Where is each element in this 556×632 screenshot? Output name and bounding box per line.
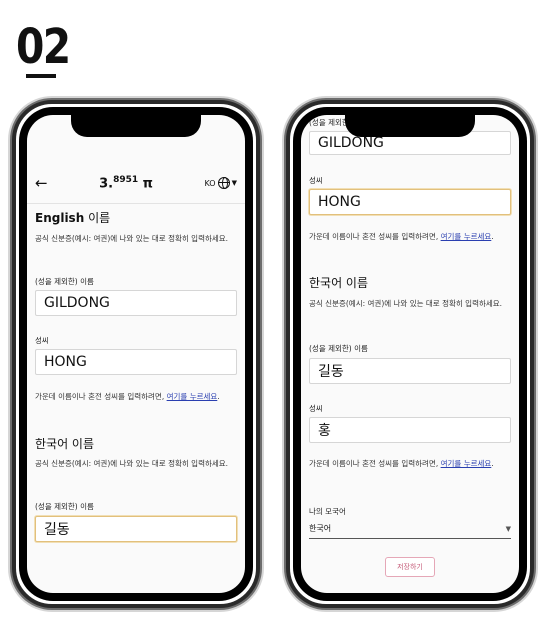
middle-name-hint: 가운데 이름이나 혼전 성씨를 입력하려면, 여기를 누르세요. bbox=[35, 391, 237, 403]
korean-family-name-value: 홍 bbox=[318, 423, 331, 439]
save-button[interactable]: 저장하기 bbox=[385, 557, 435, 577]
chevron-down-icon: ▼ bbox=[505, 524, 511, 533]
phone-notch bbox=[345, 115, 475, 137]
header-divider bbox=[27, 203, 245, 204]
korean-name-title: 한국어 이름 bbox=[35, 437, 95, 451]
phone-right: (성을 제외한) GILDONG 성씨 HONG 가운데 이름이나 혼전 성씨를… bbox=[286, 100, 534, 608]
pi-balance: 3.8951 π bbox=[99, 175, 153, 191]
native-language-value: 한국어 bbox=[309, 524, 332, 533]
pi-symbol: π bbox=[138, 176, 153, 192]
korean-given-name-value: 길동 bbox=[44, 522, 70, 538]
step-number: 02 bbox=[16, 19, 71, 75]
native-language-select[interactable]: 한국어 ▼ bbox=[309, 519, 511, 539]
korean-name-title: 한국어 이름 bbox=[309, 276, 369, 290]
native-language-label: 나의 모국어 bbox=[309, 507, 346, 516]
korean-family-name-label: 성씨 bbox=[309, 404, 323, 413]
balance-integer: 3. bbox=[99, 176, 114, 192]
korean-name-description: 공식 신분증(예시: 여권)에 나와 있는 대로 정확히 입력하세요. bbox=[309, 299, 503, 308]
chevron-down-icon: ▼ bbox=[231, 179, 237, 187]
english-title-light: 이름 bbox=[84, 211, 111, 225]
korean-given-name-value: 길동 bbox=[318, 364, 344, 380]
middle-name-hint-text: 가운데 이름이나 혼전 성씨를 입력하려면, bbox=[35, 392, 167, 401]
app-header: ← 3.8951 π KO ▼ bbox=[27, 169, 245, 197]
korean-family-name-input[interactable]: 홍 bbox=[309, 417, 511, 443]
phone-left: ← 3.8951 π KO ▼ English 이름 공식 신분증(예시: 여권… bbox=[12, 100, 260, 608]
step-underline bbox=[26, 74, 56, 78]
middle-name-link[interactable]: 여기를 누르세요 bbox=[441, 232, 492, 241]
english-family-name-input[interactable]: HONG bbox=[309, 189, 511, 215]
hint-end: . bbox=[217, 392, 220, 401]
balance-decimals: 8951 bbox=[113, 174, 139, 185]
language-code: KO bbox=[204, 178, 216, 188]
phone-screen: (성을 제외한) GILDONG 성씨 HONG 가운데 이름이나 혼전 성씨를… bbox=[301, 115, 519, 593]
middle-name-link[interactable]: 여기를 누르세요 bbox=[441, 459, 492, 468]
korean-name-description: 공식 신분증(예시: 여권)에 나와 있는 대로 정확히 입력하세요. bbox=[35, 459, 229, 468]
english-family-name-value: HONG bbox=[44, 354, 87, 370]
back-arrow-icon[interactable]: ← bbox=[35, 174, 48, 192]
korean-given-name-label: (성을 제외한) 이름 bbox=[35, 502, 94, 511]
english-family-name-label: 성씨 bbox=[309, 176, 323, 185]
english-family-name-label: 성씨 bbox=[35, 336, 49, 345]
korean-given-name-input[interactable]: 길동 bbox=[35, 516, 237, 542]
phone-screen: ← 3.8951 π KO ▼ English 이름 공식 신분증(예시: 여권… bbox=[27, 115, 245, 593]
hint-end: . bbox=[491, 232, 494, 241]
phone-notch bbox=[71, 115, 201, 137]
middle-name-link[interactable]: 여기를 누르세요 bbox=[167, 392, 218, 401]
korean-given-name-input[interactable]: 길동 bbox=[309, 358, 511, 384]
english-name-title: English 이름 bbox=[35, 209, 237, 226]
language-picker[interactable]: KO ▼ bbox=[204, 177, 237, 189]
globe-icon bbox=[217, 177, 230, 189]
english-title-bold: English bbox=[35, 211, 85, 225]
hint-end: . bbox=[491, 459, 494, 468]
middle-name-hint-text: 가운데 이름이나 혼전 성씨를 입력하려면, bbox=[309, 459, 441, 468]
english-family-name-value: HONG bbox=[318, 194, 361, 210]
english-family-name-input[interactable]: HONG bbox=[35, 349, 237, 375]
english-given-name-value: GILDONG bbox=[44, 295, 110, 311]
korean-middle-name-hint: 가운데 이름이나 혼전 성씨를 입력하려면, 여기를 누르세요. bbox=[309, 458, 511, 470]
middle-name-hint: 가운데 이름이나 혼전 성씨를 입력하려면, 여기를 누르세요. bbox=[309, 231, 511, 243]
korean-given-name-label: (성을 제외한) 이름 bbox=[309, 344, 368, 353]
english-given-name-input[interactable]: GILDONG bbox=[35, 290, 237, 316]
english-name-description: 공식 신분증(예시: 여권)에 나와 있는 대로 정확히 입력하세요. bbox=[35, 234, 229, 243]
english-given-name-label: (성을 제외한) 이름 bbox=[35, 277, 94, 286]
middle-name-hint-text: 가운데 이름이나 혼전 성씨를 입력하려면, bbox=[309, 232, 441, 241]
english-given-name-value: GILDONG bbox=[318, 135, 384, 151]
